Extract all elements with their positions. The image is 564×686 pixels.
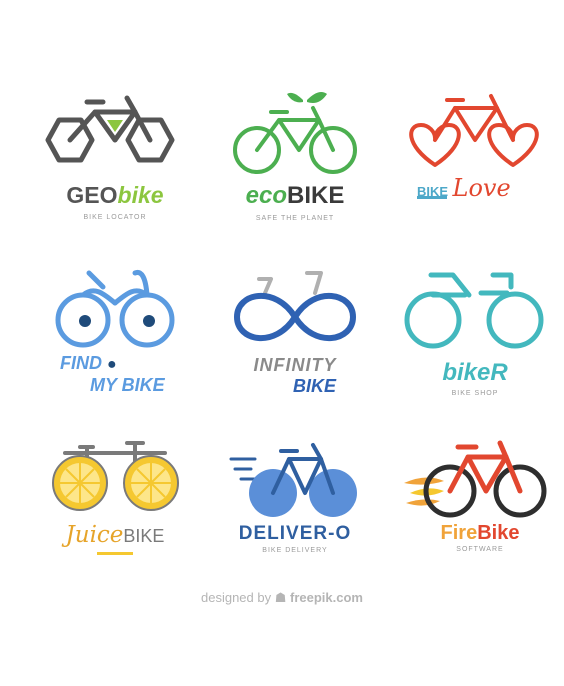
logo-firebike: FireBike SOFTWARE — [400, 435, 560, 565]
juice-underline — [97, 552, 133, 555]
brand-infinity: INFINITY — [253, 355, 337, 375]
footer-brand: freepik.com — [290, 590, 363, 605]
infinity-bicycle-icon — [234, 271, 356, 342]
heart-bicycle-icon — [409, 94, 539, 167]
leaf-icon — [287, 92, 303, 103]
tagline-delivero: BIKE DELIVERY — [262, 547, 328, 554]
logo-bikelove: BIKE Love — [395, 90, 555, 210]
tagline-geobike: BIKE LOCATOR — [83, 214, 147, 221]
eye-icon — [79, 315, 91, 327]
geo-bicycle-icon — [45, 95, 175, 163]
tagline-biker: BIKE SHOP — [451, 390, 499, 397]
logo-ecobike: ecoBIKE SAFE THE PLANET — [215, 90, 375, 230]
brand-bike: bike — [117, 182, 164, 208]
footer-prefix: designed by — [200, 590, 272, 605]
tagline-ecobike: SAFE THE PLANET — [255, 215, 335, 222]
tagline-firebike: SOFTWARE — [456, 546, 504, 553]
bikelove-underline — [417, 196, 447, 199]
logo-biker: bikeR BIKE SHOP — [395, 265, 555, 405]
location-pin-icon: ● — [107, 356, 117, 373]
logo-findmybike: FIND ● MY BIKE — [35, 265, 195, 405]
biker-bicycle-icon — [404, 272, 544, 349]
logo-delivero: DELIVER-O BIKE DELIVERY — [215, 435, 375, 565]
freepik-logo-icon: ☗ — [274, 590, 287, 605]
brand-fire: Fire — [440, 522, 478, 544]
footer-credit: designed by ☗ freepik.com — [0, 590, 564, 606]
eco-bicycle-icon — [233, 92, 357, 174]
lemon-wheel-icon — [52, 455, 108, 511]
brand-fire-bike: Bike — [477, 522, 520, 544]
brand-juice: Juice — [65, 522, 124, 548]
brand-ecobike-bike: BIKE — [287, 182, 345, 209]
brand-biker: bikeR — [442, 359, 508, 386]
brand-find: FIND — [60, 353, 102, 373]
brand-eco: eco — [245, 182, 287, 209]
logo-juicebike: JuiceBIKE — [35, 435, 195, 565]
eyes-bicycle-icon — [55, 270, 175, 348]
lemon-bicycle-icon — [52, 441, 179, 511]
logo-geobike: GEObike BIKE LOCATOR — [35, 90, 195, 230]
fire-bicycle-icon — [404, 440, 547, 518]
brand-delivero: DELIVER-O — [238, 523, 352, 544]
brand-geo: GEO — [66, 182, 118, 208]
brand-love: Love — [452, 174, 511, 202]
brand-juice-bike: BIKE — [123, 526, 165, 546]
delivery-bicycle-icon — [229, 443, 357, 517]
logo-infinitybike: INFINITY BIKE — [215, 265, 375, 405]
